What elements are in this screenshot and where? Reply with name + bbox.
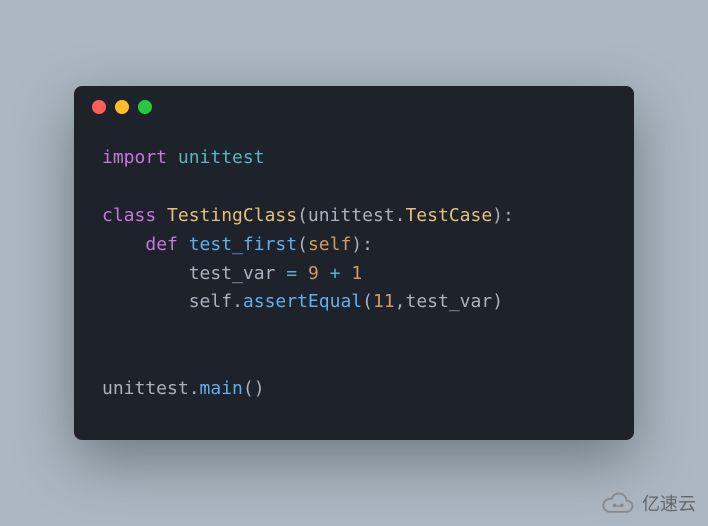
dot: . [189, 378, 200, 399]
paren: ( [297, 205, 308, 226]
paren: ) [254, 378, 265, 399]
keyword-class: class [102, 205, 156, 226]
keyword-def: def [145, 234, 178, 255]
close-icon [92, 100, 106, 114]
paren: ) [492, 291, 503, 312]
cloud-icon [598, 492, 636, 514]
code-window: import unittest class TestingClass(unitt… [74, 86, 634, 439]
keyword-import: import [102, 147, 167, 168]
class-name: TestingClass [167, 205, 297, 226]
op-plus: + [330, 263, 341, 284]
colon: : [362, 234, 373, 255]
watermark-text: 亿速云 [642, 490, 696, 516]
ident-self: self [189, 291, 232, 312]
function-main: main [200, 378, 243, 399]
paren: ( [297, 234, 308, 255]
param-self: self [308, 234, 351, 255]
paren: ) [492, 205, 503, 226]
minimize-icon [115, 100, 129, 114]
paren: ( [243, 378, 254, 399]
base-module: unittest [308, 205, 395, 226]
base-class: TestCase [405, 205, 492, 226]
literal-9: 9 [308, 263, 319, 284]
colon: : [503, 205, 514, 226]
paren: ) [351, 234, 362, 255]
literal-11: 11 [373, 291, 395, 312]
dot: . [395, 205, 406, 226]
module-unittest-call: unittest [102, 378, 189, 399]
code-block: import unittest class TestingClass(unitt… [74, 128, 634, 439]
maximize-icon [138, 100, 152, 114]
method-assert-equal: assertEqual [243, 291, 362, 312]
paren: ( [362, 291, 373, 312]
function-name: test_first [189, 234, 297, 255]
module-unittest: unittest [178, 147, 265, 168]
op-assign: = [286, 263, 297, 284]
literal-1: 1 [351, 263, 362, 284]
arg-test-var: test_var [406, 291, 493, 312]
dot: . [232, 291, 243, 312]
comma: , [395, 291, 406, 312]
window-titlebar [74, 86, 634, 128]
var-test-var: test_var [189, 263, 276, 284]
watermark: 亿速云 [598, 490, 696, 516]
